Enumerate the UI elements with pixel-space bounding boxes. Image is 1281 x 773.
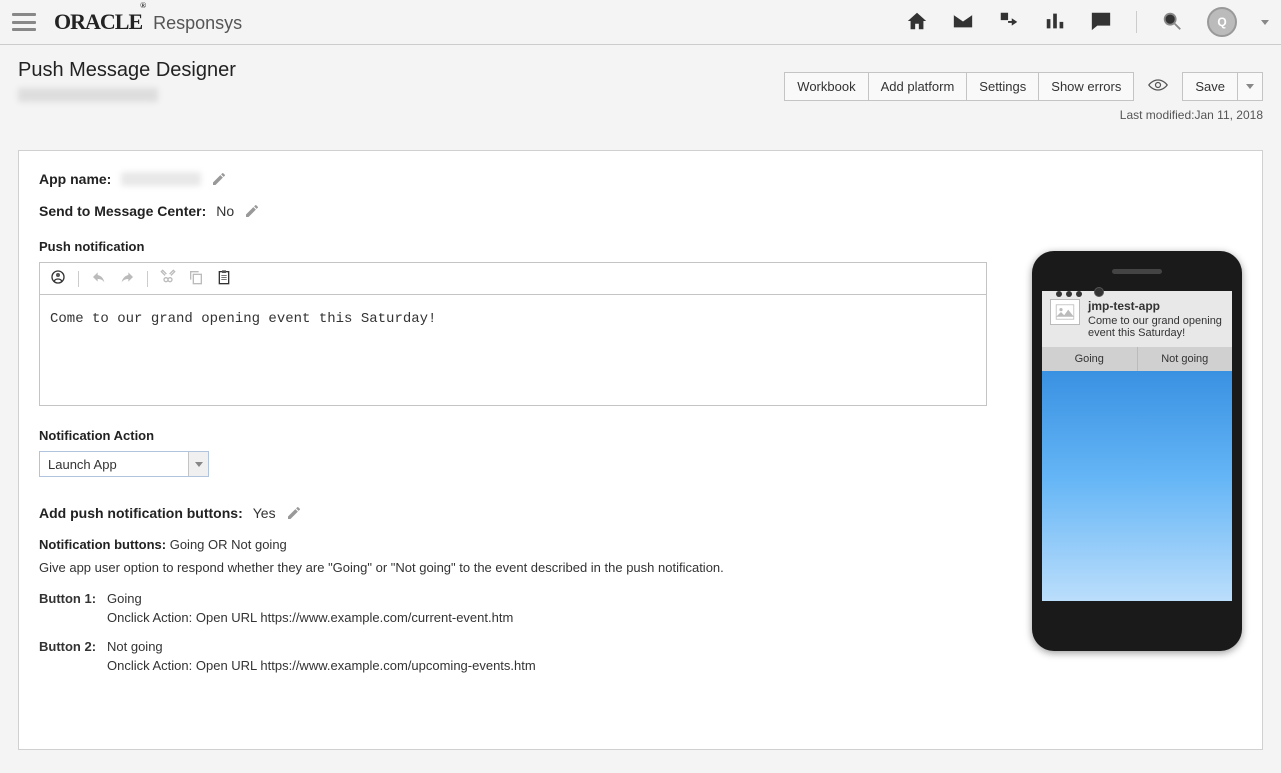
button1-label: Button 1: <box>39 591 99 606</box>
content-panel: App name: Send to Message Center: No Pus… <box>18 150 1263 750</box>
brand: ORACLE® Responsys <box>54 9 242 35</box>
mail-icon[interactable] <box>952 10 974 35</box>
cut-icon[interactable] <box>160 269 176 288</box>
edit-icon[interactable] <box>211 171 227 187</box>
save-button-group: Save <box>1182 72 1263 101</box>
preview-title: jmp-test-app <box>1088 299 1224 313</box>
copy-icon[interactable] <box>188 269 204 288</box>
app-name-label: App name: <box>39 171 111 187</box>
menu-icon[interactable] <box>12 13 36 31</box>
action-buttons: Workbook Add platform Settings Show erro… <box>784 72 1134 101</box>
phone-preview: jmp-test-app Come to our grand opening e… <box>1032 251 1242 651</box>
save-dropdown-button[interactable] <box>1238 72 1263 101</box>
transfer-icon[interactable] <box>998 10 1020 35</box>
preview-btn2: Not going <box>1138 347 1233 371</box>
notif-buttons-label: Notification buttons: <box>39 537 166 552</box>
add-buttons-value: Yes <box>253 505 276 521</box>
paste-icon[interactable] <box>216 269 232 288</box>
preview-btn1: Going <box>1042 347 1138 371</box>
add-platform-button[interactable]: Add platform <box>869 72 968 101</box>
image-icon <box>1050 299 1080 325</box>
chat-icon[interactable] <box>1090 10 1112 35</box>
editor: Come to our grand opening event this Sat… <box>39 262 987 406</box>
home-icon[interactable] <box>906 10 928 35</box>
redo-icon[interactable] <box>119 269 135 288</box>
preview-buttons: Going Not going <box>1042 347 1232 371</box>
last-modified: Last modified:Jan 11, 2018 <box>1120 108 1263 122</box>
topbar: ORACLE® Responsys Q <box>0 0 1281 45</box>
button2-label: Button 2: <box>39 639 99 654</box>
send-mc-label: Send to Message Center: <box>39 203 206 219</box>
button2-action: Onclick Action: Open URL https://www.exa… <box>107 658 1242 673</box>
campaign-name-redacted <box>18 88 158 102</box>
app-name-redacted <box>121 172 201 186</box>
workbook-button[interactable]: Workbook <box>784 72 868 101</box>
brand-logo: ORACLE® <box>54 9 147 35</box>
send-mc-value: No <box>216 203 234 219</box>
show-errors-button[interactable]: Show errors <box>1039 72 1134 101</box>
search-icon[interactable] <box>1161 10 1183 35</box>
button2-value: Not going <box>107 639 163 654</box>
edit-icon[interactable] <box>244 203 260 219</box>
app-name-row: App name: <box>39 171 1242 187</box>
chevron-down-icon <box>188 452 208 476</box>
settings-button[interactable]: Settings <box>967 72 1039 101</box>
user-menu-caret[interactable] <box>1261 20 1269 25</box>
divider <box>1136 11 1137 33</box>
send-mc-row: Send to Message Center: No <box>39 203 1242 219</box>
personalize-icon[interactable] <box>50 269 66 288</box>
save-button[interactable]: Save <box>1182 72 1238 101</box>
notif-action-value: Launch App <box>40 452 188 476</box>
brand-sub: Responsys <box>153 13 242 34</box>
notif-action-select[interactable]: Launch App <box>39 451 209 477</box>
editor-content[interactable]: Come to our grand opening event this Sat… <box>40 295 986 405</box>
preview-icon[interactable] <box>1140 74 1176 99</box>
preview-notification: jmp-test-app Come to our grand opening e… <box>1042 291 1232 347</box>
preview-body: Come to our grand opening event this Sat… <box>1088 315 1224 339</box>
avatar[interactable]: Q <box>1207 7 1237 37</box>
edit-icon[interactable] <box>286 505 302 521</box>
action-row: Workbook Add platform Settings Show erro… <box>784 72 1263 101</box>
button1-value: Going <box>107 591 142 606</box>
add-buttons-label: Add push notification buttons: <box>39 505 243 521</box>
chart-icon[interactable] <box>1044 10 1066 35</box>
undo-icon[interactable] <box>91 269 107 288</box>
editor-toolbar <box>40 263 986 295</box>
notif-buttons-value: Going OR Not going <box>170 537 287 552</box>
top-icons: Q <box>906 7 1269 37</box>
